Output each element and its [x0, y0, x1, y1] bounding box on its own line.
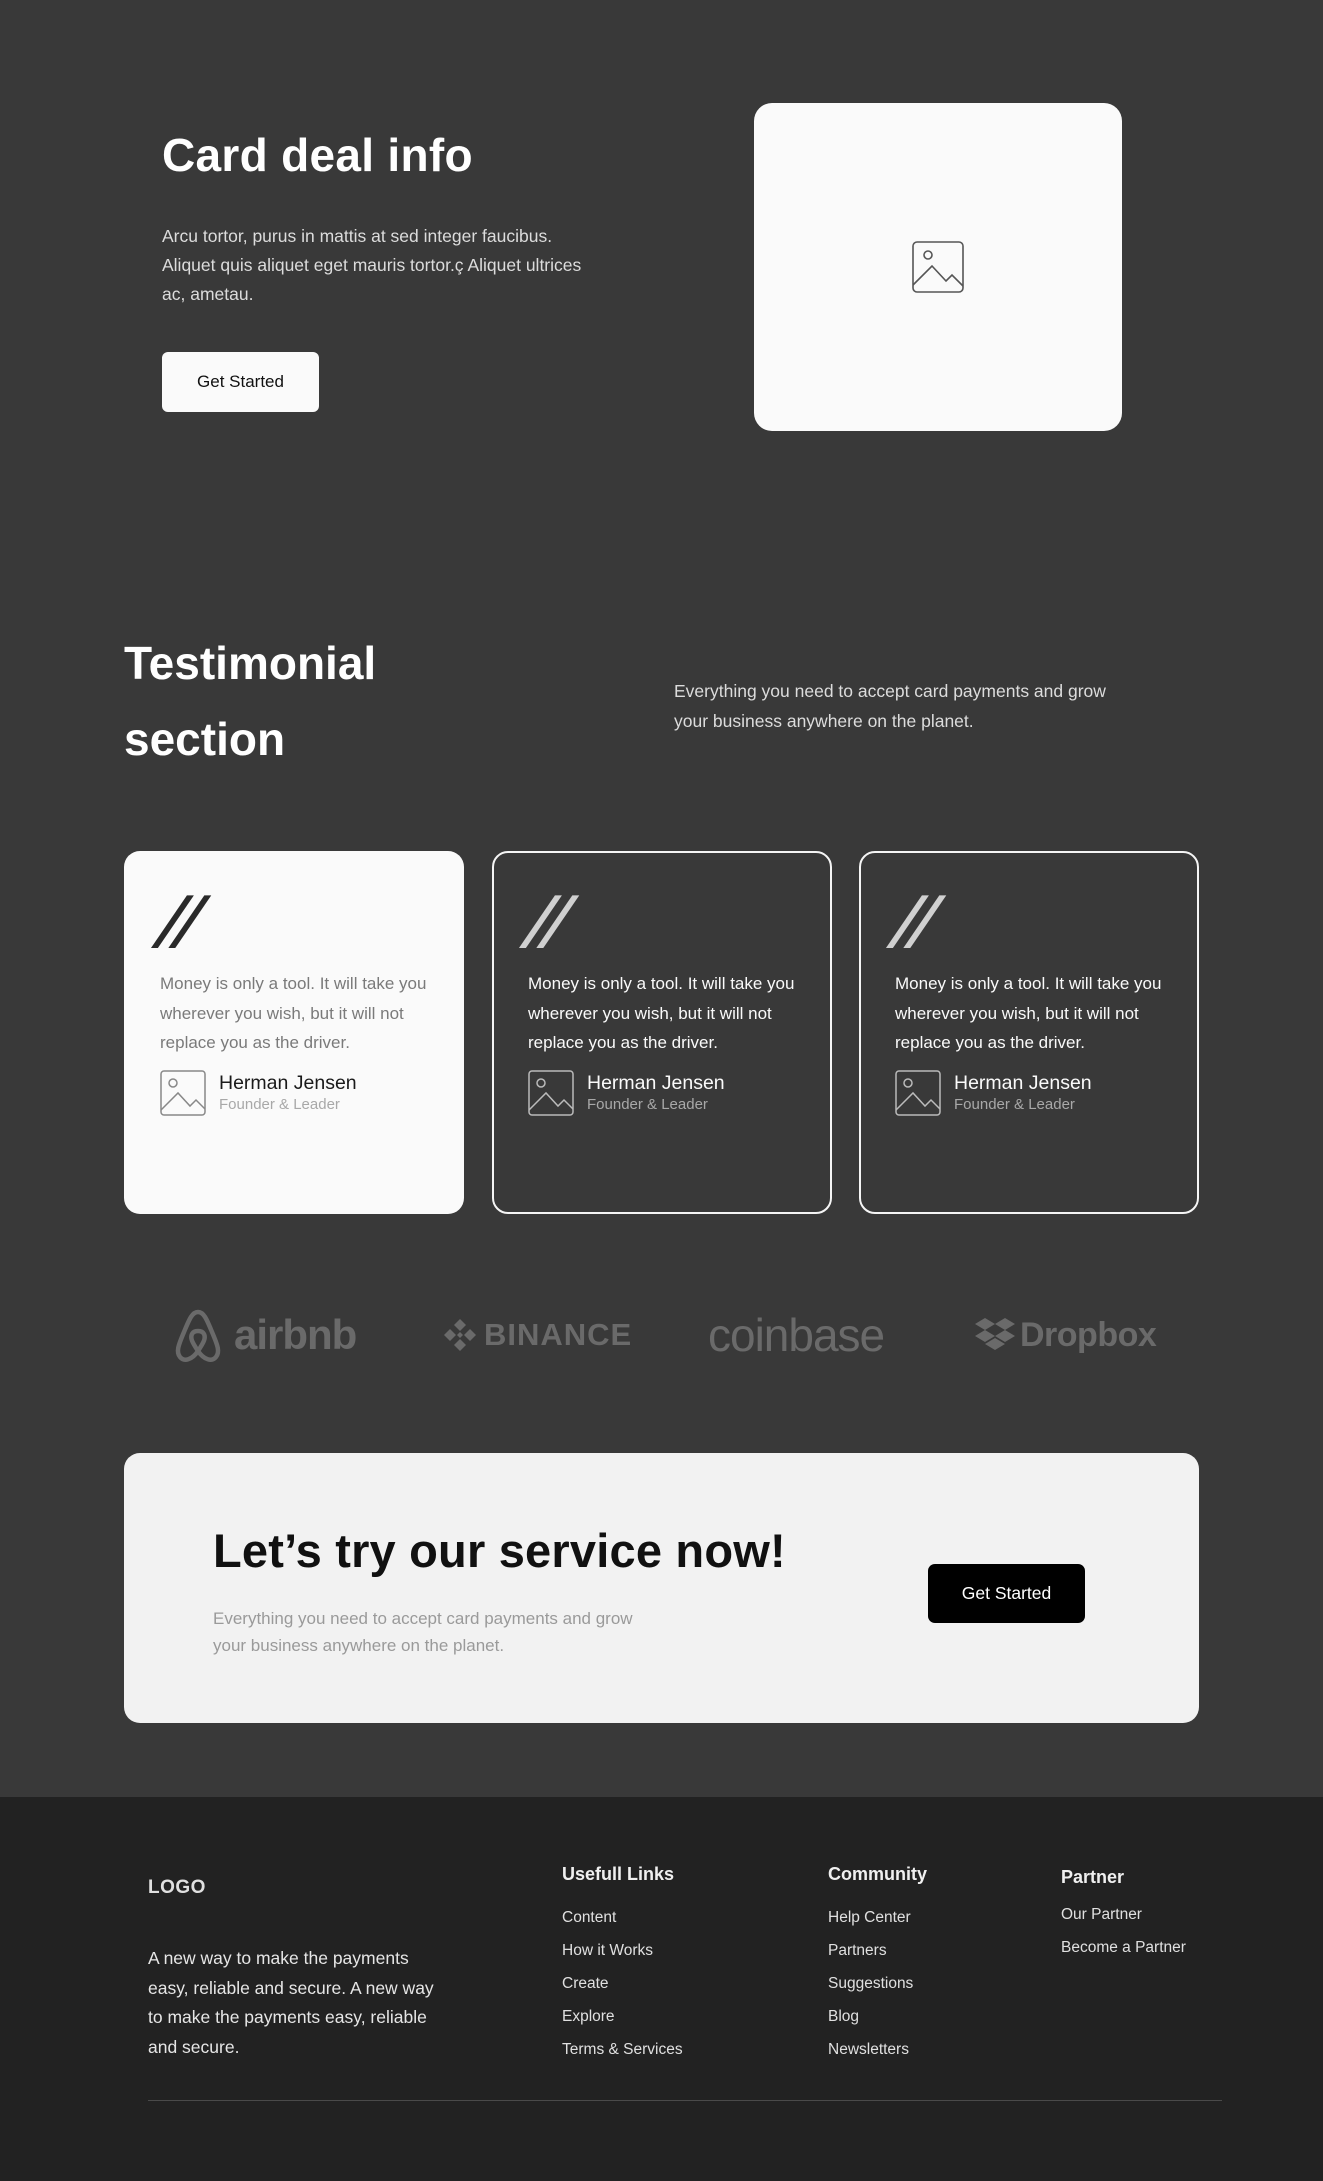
footer-link-partners[interactable]: Partners	[828, 1934, 927, 1967]
logo-label: airbnb	[234, 1311, 357, 1358]
airbnb-logo: airbnb	[172, 1300, 357, 1370]
footer-column-title: Usefull Links	[562, 1864, 675, 1884]
footer-link-help-center[interactable]: Help Center	[828, 1901, 927, 1934]
cta-title: Let’s try our service now!	[213, 1524, 786, 1577]
hero-get-started-button[interactable]: Get Started	[162, 352, 319, 412]
logo-label: coinbase	[708, 1309, 885, 1361]
avatar-image-icon	[528, 1069, 574, 1116]
testimonial-card: // Money is only a tool. It will take yo…	[124, 851, 464, 1214]
footer-link-our-partner[interactable]: Our Partner	[1061, 1898, 1186, 1931]
author-name: Herman Jensen	[954, 1071, 1092, 1094]
hero-title: Card deal info	[162, 129, 473, 181]
airbnb-logo-icon	[175, 1309, 221, 1362]
author-name: Herman Jensen	[219, 1071, 357, 1094]
footer-column-useful-links: Usefull Links Content How it Works Creat…	[562, 1864, 683, 2066]
footer: LOGO A new way to make the payments easy…	[0, 1797, 1323, 2181]
cta-section: Let’s try our service now! Everything yo…	[124, 1453, 1199, 1723]
logo-label: BINANCE	[484, 1317, 633, 1352]
author-role: Founder & Leader	[954, 1095, 1075, 1113]
avatar-image-icon	[160, 1069, 206, 1116]
testimonial-quote: Money is only a tool. It will take you w…	[160, 974, 427, 1052]
author-role: Founder & Leader	[219, 1095, 340, 1113]
avatar-image-icon	[895, 1069, 941, 1116]
footer-link-suggestions[interactable]: Suggestions	[828, 1967, 927, 2000]
footer-column-community: Community Help Center Partners Suggestio…	[828, 1864, 927, 2066]
dropbox-logo-icon	[975, 1318, 1015, 1350]
testimonial-card: // Money is only a tool. It will take yo…	[859, 851, 1199, 1214]
footer-logo: LOGO	[148, 1877, 206, 1898]
footer-link-blog[interactable]: Blog	[828, 2000, 927, 2033]
footer-link-content[interactable]: Content	[562, 1901, 683, 1934]
coinbase-logo: coinbase	[708, 1300, 885, 1370]
footer-divider	[148, 2100, 1222, 2101]
testimonial-title: Testimonial section	[124, 637, 377, 765]
footer-link-terms[interactable]: Terms & Services	[562, 2033, 683, 2066]
cta-get-started-button[interactable]: Get Started	[928, 1564, 1085, 1623]
partner-logos: airbnb BINANCE coinbase Dropbox	[124, 1300, 1199, 1370]
footer-column-partner: Partner Our Partner Become a Partner	[1061, 1867, 1186, 1964]
hero-image	[754, 103, 1122, 431]
footer-link-newsletters[interactable]: Newsletters	[828, 2033, 927, 2066]
footer-column-title: Partner	[1061, 1867, 1125, 1887]
binance-logo: BINANCE	[442, 1300, 632, 1370]
quote-icon: //	[154, 883, 203, 958]
footer-link-how-it-works[interactable]: How it Works	[562, 1934, 683, 1967]
footer-link-become-partner[interactable]: Become a Partner	[1061, 1931, 1186, 1964]
testimonial-quote: Money is only a tool. It will take you w…	[895, 974, 1162, 1052]
testimonial-author: Herman Jensen Founder & Leader	[528, 1069, 796, 1116]
footer-description: A new way to make the payments easy, rel…	[148, 1948, 434, 2057]
footer-column-title: Community	[828, 1864, 927, 1884]
author-name: Herman Jensen	[587, 1071, 725, 1094]
quote-icon: //	[522, 883, 571, 958]
binance-logo-icon	[444, 1319, 476, 1351]
cta-description: Everything you need to accept card payme…	[213, 1609, 633, 1655]
hero-description: Arcu tortor, purus in mattis at sed inte…	[162, 226, 582, 304]
hero-section: Card deal info Arcu tortor, purus in mat…	[0, 0, 1323, 560]
footer-link-create[interactable]: Create	[562, 1967, 683, 2000]
image-placeholder-icon	[912, 241, 964, 293]
quote-icon: //	[889, 883, 938, 958]
testimonial-quote: Money is only a tool. It will take you w…	[528, 974, 795, 1052]
testimonial-card: // Money is only a tool. It will take yo…	[492, 851, 832, 1214]
dropbox-logo: Dropbox	[974, 1300, 1157, 1370]
testimonial-author: Herman Jensen Founder & Leader	[160, 1069, 428, 1116]
author-role: Founder & Leader	[587, 1095, 708, 1113]
logo-label: Dropbox	[1020, 1315, 1157, 1354]
testimonial-author: Herman Jensen Founder & Leader	[895, 1069, 1163, 1116]
footer-link-explore[interactable]: Explore	[562, 2000, 683, 2033]
testimonial-subtitle: Everything you need to accept card payme…	[674, 681, 1106, 731]
